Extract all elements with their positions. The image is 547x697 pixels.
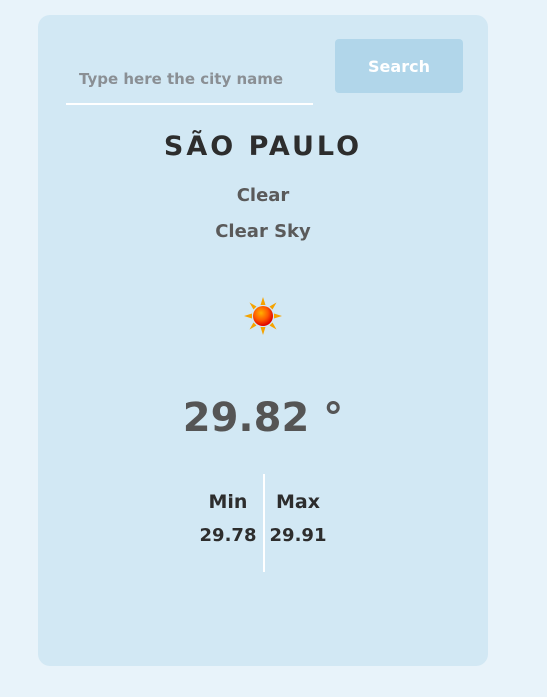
min-label: Min: [208, 491, 248, 513]
max-label: Max: [276, 491, 320, 513]
city-name: SÃO PAULO: [163, 131, 363, 162]
max-value: 29.91: [269, 525, 327, 546]
max-column: Max 29.91: [263, 474, 333, 546]
min-max-panel: Min 29.78 Max 29.91: [193, 474, 333, 572]
min-column: Min 29.78: [193, 474, 263, 546]
weather-condition: Clear: [236, 185, 290, 206]
weather-card: Search SÃO PAULO Clear Clear Sky 29.82 °…: [38, 15, 488, 666]
temperature-value: 29.82 °: [182, 395, 344, 441]
search-button[interactable]: Search: [335, 39, 463, 93]
min-value: 29.78: [199, 525, 257, 546]
city-search-input[interactable]: [66, 55, 313, 105]
weather-description: Clear Sky: [215, 221, 311, 242]
sun-icon: [244, 297, 282, 335]
